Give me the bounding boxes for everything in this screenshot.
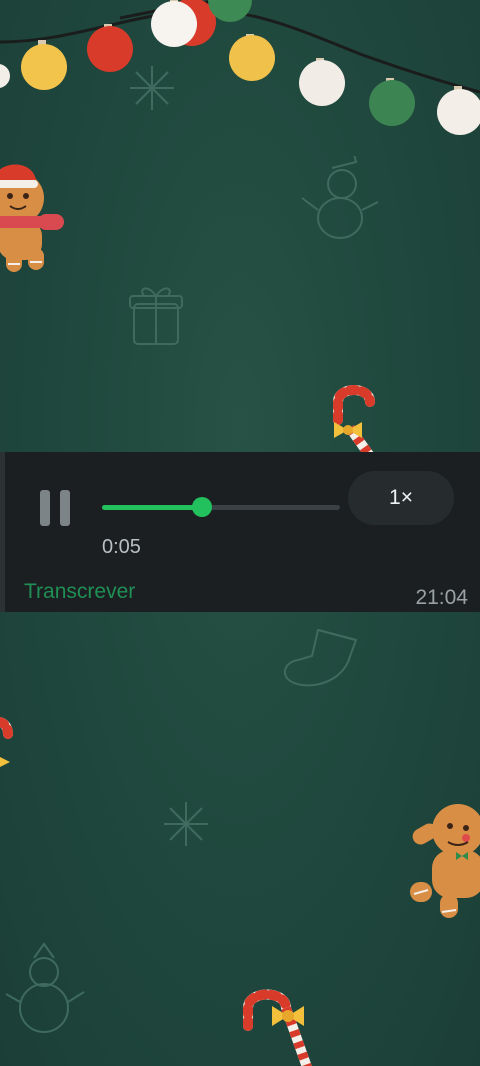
audio-seek-slider[interactable] [102, 496, 340, 520]
snowman-doodle-2 [5, 942, 85, 1033]
snowflake-doodle-2 [164, 802, 208, 846]
message-timestamp: 21:04 [415, 586, 468, 609]
stocking-doodle [283, 628, 358, 687]
snowflake-doodle [130, 66, 174, 110]
pause-button[interactable] [38, 490, 74, 526]
pause-icon-bar-left [40, 490, 50, 526]
bubble-edge [0, 452, 5, 612]
snowman-doodle [301, 156, 379, 239]
candy-cane-sticker [333, 385, 375, 456]
playback-speed-label: 1× [389, 486, 413, 509]
seek-progress-fill [102, 505, 202, 510]
gingerbread-man-sticker [0, 164, 64, 272]
candy-cane-sticker-2 [0, 717, 13, 767]
candy-cane-sticker-3 [243, 989, 312, 1066]
seek-handle[interactable] [192, 497, 212, 517]
pause-icon-bar-right [60, 490, 70, 526]
gift-doodle [129, 287, 183, 345]
elapsed-time: 0:05 [102, 536, 141, 558]
transcribe-link[interactable]: Transcrever [24, 580, 135, 604]
christmas-lights-decoration [0, 0, 480, 135]
playback-speed-button[interactable]: 1× [348, 471, 454, 525]
gingerbread-man-sticker-2 [410, 804, 480, 918]
